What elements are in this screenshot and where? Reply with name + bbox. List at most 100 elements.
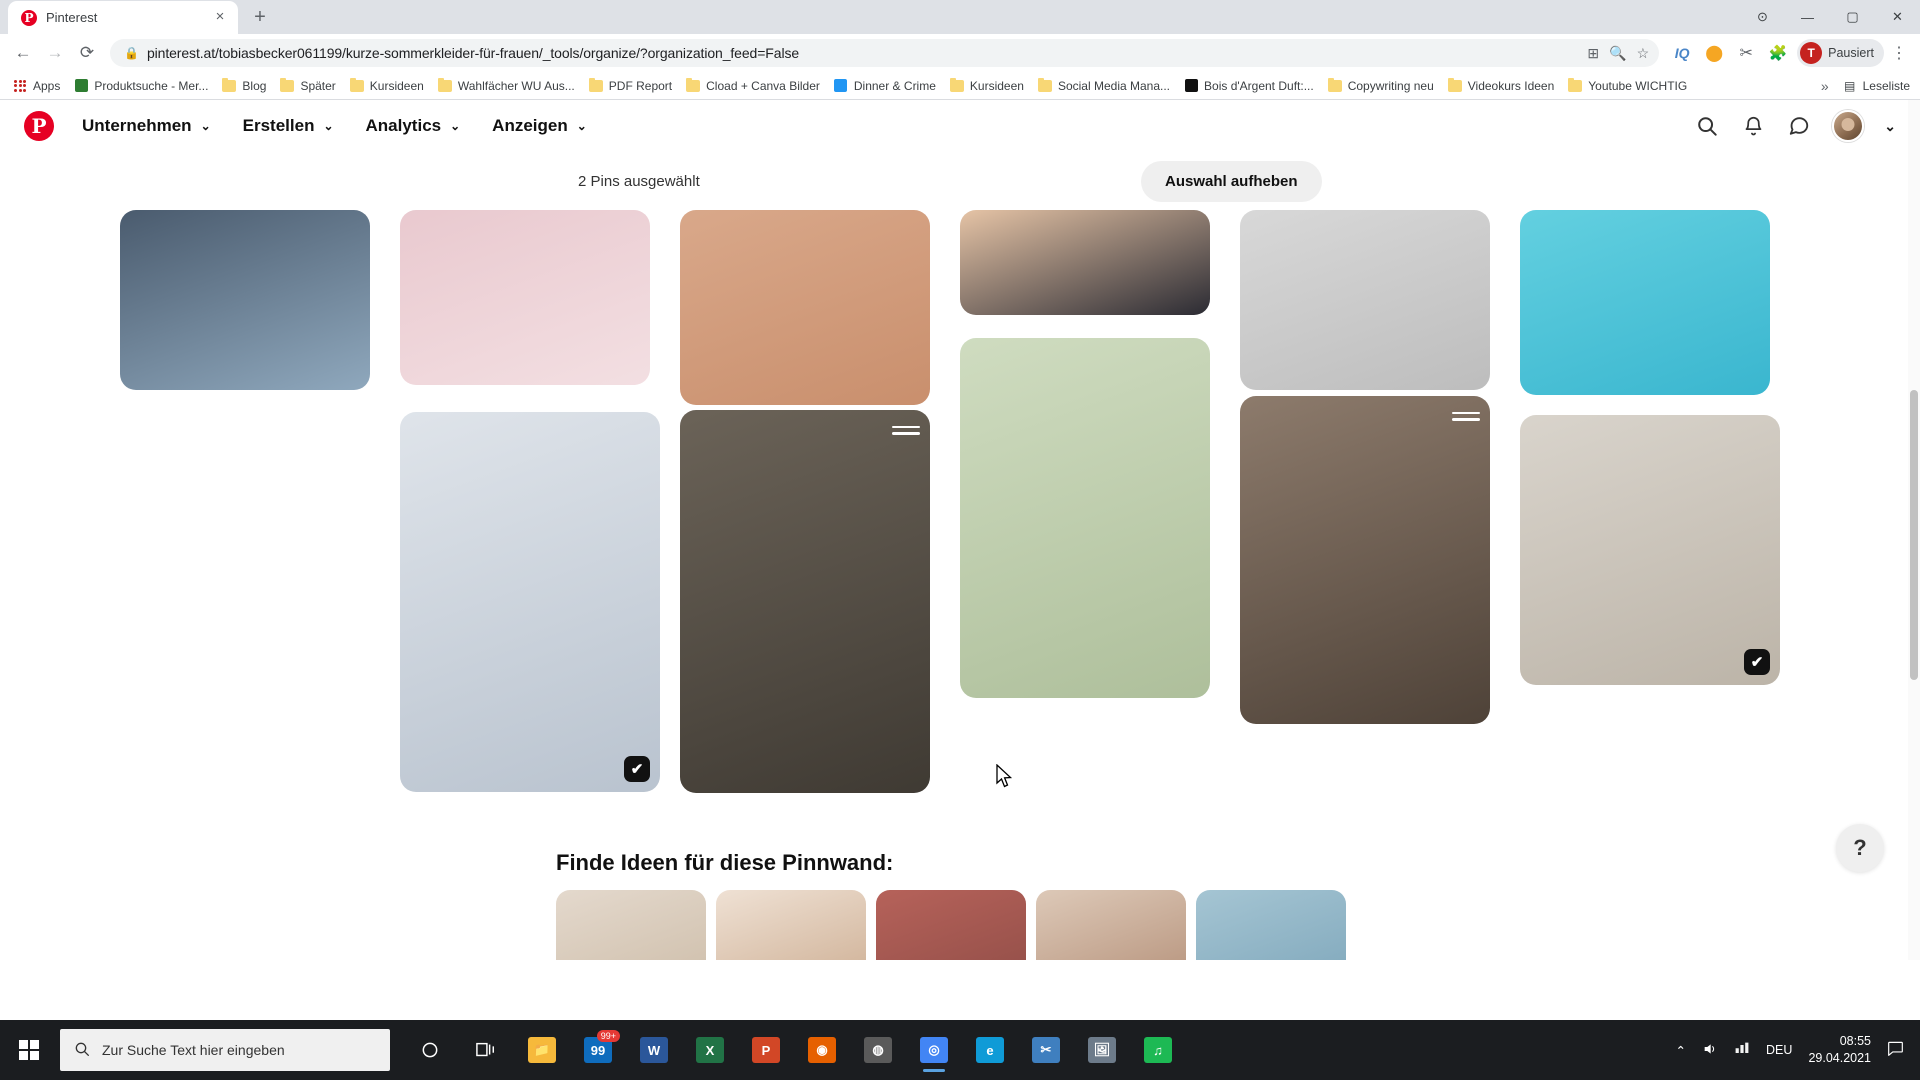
close-icon[interactable]: × <box>212 9 228 26</box>
bookmark-item[interactable]: Produktsuche - Mer... <box>67 76 215 96</box>
install-app-icon[interactable]: ⊞ <box>1587 45 1599 62</box>
idea-pin-card[interactable] <box>1196 890 1346 960</box>
pinterest-favicon-icon: P <box>21 9 37 26</box>
yellow-extension-icon[interactable]: ⬤ <box>1701 40 1727 66</box>
idea-pin-card[interactable] <box>876 890 1026 960</box>
browser-tab[interactable]: P Pinterest × <box>8 1 238 34</box>
nav-item-analytics[interactable]: Analytics ⌄ <box>350 108 477 144</box>
pin-drag-handle-icon[interactable] <box>892 420 920 440</box>
pin-selected-checkmark[interactable]: ✔ <box>624 756 650 782</box>
bookmark-item[interactable]: Social Media Mana... <box>1031 76 1177 96</box>
address-bar[interactable]: 🔒 pinterest.at/tobiasbecker061199/kurze-… <box>110 39 1660 67</box>
help-button[interactable]: ? <box>1836 824 1884 872</box>
task-view-icon[interactable] <box>460 1024 512 1076</box>
bookmark-item[interactable]: Videokurs Ideen <box>1441 76 1562 96</box>
taskbar-app-outlook-99[interactable]: 99 99+ <box>572 1024 624 1076</box>
pin-card[interactable] <box>960 338 1210 698</box>
taskbar-app-edge[interactable]: e <box>964 1024 1016 1076</box>
bookmark-item[interactable]: Bois d'Argent Duft:... <box>1177 76 1321 96</box>
zoom-icon[interactable]: 🔍 <box>1609 45 1626 62</box>
bookmark-item[interactable]: Wahlfächer WU Aus... <box>431 76 582 96</box>
back-icon[interactable]: ← <box>8 38 38 68</box>
tray-chevron-up-icon[interactable]: ⌃ <box>1676 1043 1686 1058</box>
pin-selected-checkmark[interactable]: ✔ <box>1744 649 1770 675</box>
settings-icon[interactable]: ⊙ <box>1740 0 1785 34</box>
pinterest-logo-icon[interactable]: P <box>24 111 54 141</box>
scrollbar-thumb[interactable] <box>1910 390 1918 680</box>
bookmark-item[interactable]: PDF Report <box>582 76 679 96</box>
pin-card[interactable] <box>1240 210 1490 390</box>
page-scrollbar[interactable] <box>1908 100 1920 960</box>
taskbar-app-chrome[interactable]: ◎ <box>908 1024 960 1076</box>
volume-icon[interactable] <box>1702 1041 1718 1060</box>
pin-card[interactable] <box>680 210 930 405</box>
clock[interactable]: 08:55 29.04.2021 <box>1808 1033 1871 1067</box>
taskbar-app-photos[interactable]: 🖼 <box>1076 1024 1128 1076</box>
site-icon <box>834 79 848 93</box>
pin-drag-handle-icon[interactable] <box>1452 406 1480 426</box>
chrome-menu-icon[interactable]: ⋮ <box>1886 40 1912 66</box>
notifications-icon[interactable] <box>1887 1041 1904 1059</box>
cortana-icon[interactable] <box>404 1024 456 1076</box>
taskbar-app-photo-app[interactable]: ◍ <box>852 1024 904 1076</box>
network-icon[interactable] <box>1734 1042 1750 1059</box>
taskbar-app-file-explorer[interactable]: 📁 <box>516 1024 568 1076</box>
pins-masonry-grid: ✔ ✔ <box>120 210 1800 830</box>
pin-card[interactable] <box>680 410 930 793</box>
bookmark-item[interactable]: Später <box>273 76 342 96</box>
bookmark-star-icon[interactable]: ☆ <box>1637 45 1650 62</box>
puzzle-icon[interactable]: 🧩 <box>1765 40 1791 66</box>
nav-item-erstellen[interactable]: Erstellen ⌄ <box>227 108 350 144</box>
bookmarks-overflow-icon[interactable]: » <box>1813 78 1837 94</box>
clear-selection-button[interactable]: Auswahl aufheben <box>1141 160 1322 202</box>
bookmark-item[interactable]: Cload + Canva Bilder <box>679 76 827 96</box>
close-window-button[interactable]: ✕ <box>1875 0 1920 34</box>
extension-tool-icon[interactable]: ✂ <box>1733 40 1759 66</box>
taskbar-app-firefox[interactable]: ◉ <box>796 1024 848 1076</box>
bookmark-item[interactable]: Kursideen <box>343 76 431 96</box>
bookmark-item[interactable]: Apps <box>6 76 67 96</box>
bookmark-label: Kursideen <box>969 78 1024 93</box>
new-tab-button[interactable]: + <box>246 3 274 31</box>
maximize-button[interactable]: ▢ <box>1830 0 1875 34</box>
bookmark-item[interactable]: Kursideen <box>943 76 1031 96</box>
minimize-button[interactable]: — <box>1785 0 1830 34</box>
pin-card[interactable]: ✔ <box>400 412 660 792</box>
taskbar-app-spotify[interactable]: ♫ <box>1132 1024 1184 1076</box>
forward-icon[interactable]: → <box>40 38 70 68</box>
reload-icon[interactable]: ⟳ <box>72 38 102 68</box>
browser-toolbar: ← → ⟳ 🔒 pinterest.at/tobiasbecker061199/… <box>0 34 1920 72</box>
start-button[interactable] <box>0 1020 58 1080</box>
taskbar-app-word[interactable]: W <box>628 1024 680 1076</box>
account-chevron-down-icon[interactable]: ⌄ <box>1884 118 1896 135</box>
messages-icon[interactable] <box>1786 113 1812 139</box>
bookmark-item[interactable]: Youtube WICHTIG <box>1561 76 1694 96</box>
idea-suggestions-row <box>0 890 1920 960</box>
pin-card[interactable] <box>400 210 650 385</box>
bookmark-item[interactable]: Dinner & Crime <box>827 76 943 96</box>
taskbar-app-excel[interactable]: X <box>684 1024 736 1076</box>
idea-pin-card[interactable] <box>556 890 706 960</box>
pin-card[interactable] <box>120 210 370 390</box>
pin-card[interactable] <box>1520 210 1770 395</box>
taskbar-app-snip-tool[interactable]: ✂ <box>1020 1024 1072 1076</box>
search-icon[interactable] <box>1694 113 1720 139</box>
notifications-icon[interactable] <box>1740 113 1766 139</box>
pin-card[interactable]: ✔ <box>1520 415 1780 685</box>
bookmark-item[interactable]: Blog <box>215 76 273 96</box>
reading-list-button[interactable]: ▤ Leseliste <box>1837 79 1914 93</box>
idea-pin-card[interactable] <box>716 890 866 960</box>
idea-pin-card[interactable] <box>1036 890 1186 960</box>
bookmark-item[interactable]: Copywriting neu <box>1321 76 1441 96</box>
pin-card[interactable] <box>1240 396 1490 724</box>
language-indicator[interactable]: DEU <box>1766 1043 1792 1057</box>
nav-item-unternehmen[interactable]: Unternehmen ⌄ <box>66 108 227 144</box>
pin-card[interactable] <box>960 210 1210 315</box>
tab-title: Pinterest <box>46 10 98 25</box>
taskbar-search-input[interactable]: Zur Suche Text hier eingeben <box>60 1029 390 1071</box>
profile-button[interactable]: T Pausiert <box>1797 39 1884 67</box>
account-avatar[interactable] <box>1832 110 1865 142</box>
taskbar-app-powerpoint[interactable]: P <box>740 1024 792 1076</box>
nav-item-anzeigen[interactable]: Anzeigen ⌄ <box>476 108 603 144</box>
iq-extension-icon[interactable]: IQ <box>1669 40 1695 66</box>
